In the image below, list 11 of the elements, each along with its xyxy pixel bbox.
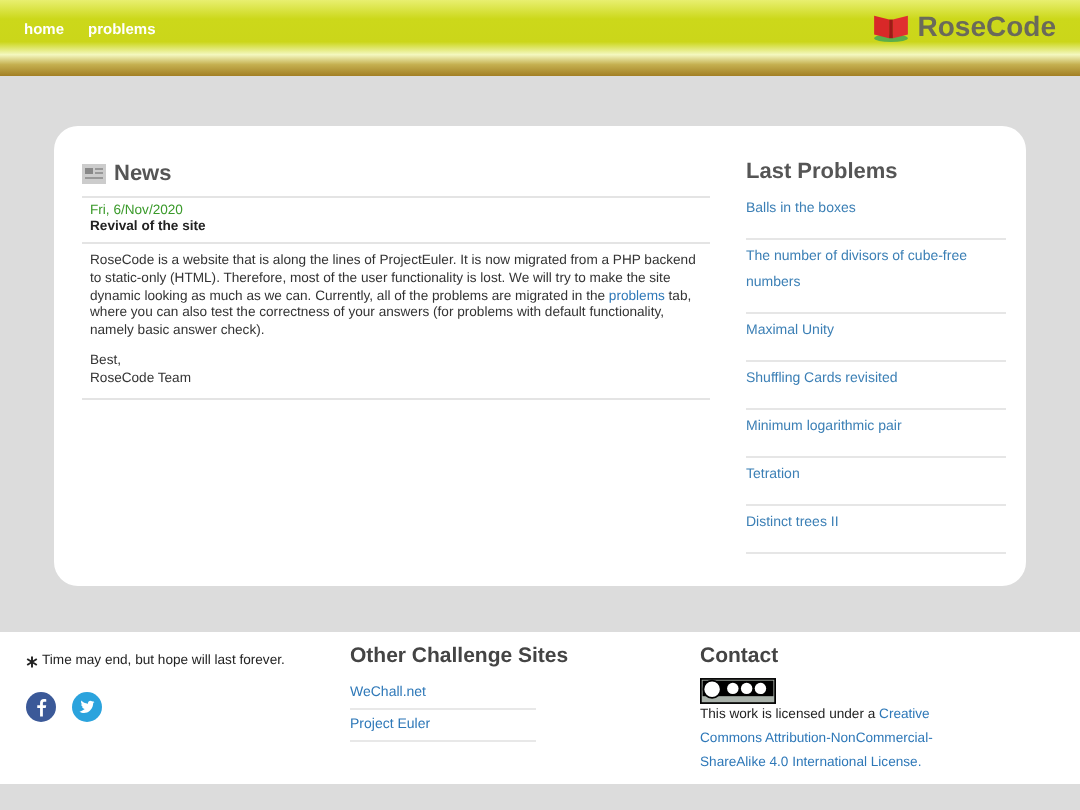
- license-badge-icon[interactable]: [700, 678, 776, 704]
- footer-heading: Contact: [700, 644, 781, 668]
- newspaper-icon: [82, 164, 106, 184]
- section-heading: Last Problems: [746, 160, 900, 184]
- section-heading: News: [114, 162, 172, 186]
- footer-heading: Other Challenge Sites: [350, 644, 571, 668]
- book-icon: [871, 11, 910, 41]
- facebook-icon[interactable]: [26, 692, 56, 722]
- asterisk-icon: [26, 655, 38, 667]
- twitter-icon[interactable]: [72, 692, 102, 722]
- site-logo-text: RoseCode: [917, 10, 1056, 42]
